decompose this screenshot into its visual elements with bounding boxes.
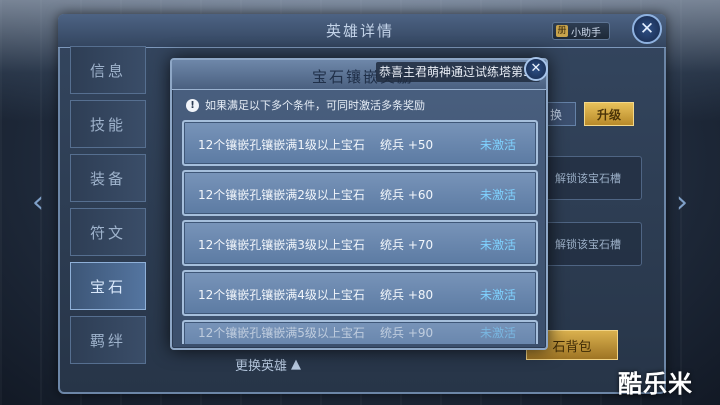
prev-hero-arrow-icon[interactable]: ‹ — [24, 185, 52, 221]
next-hero-arrow-icon[interactable]: › — [668, 185, 696, 221]
helper-button[interactable]: 册 小助手 — [552, 22, 610, 40]
broadcast-marquee: 恭喜主君萌神通过试练塔第39 — [376, 62, 540, 82]
close-icon[interactable]: ✕ — [524, 57, 548, 81]
gem-slot-locked[interactable]: 解锁该宝石槽 — [536, 222, 642, 266]
reward-condition: 12个镶嵌孔镶嵌满3级以上宝石 — [198, 238, 365, 252]
reward-condition: 12个镶嵌孔镶嵌满5级以上宝石 — [198, 326, 365, 340]
tab-gems[interactable]: 宝石 — [70, 262, 146, 310]
page-title: 英雄详情 — [325, 22, 394, 40]
tab-info[interactable]: 信息 — [70, 46, 146, 94]
reward-bonus: 统兵 +50 — [380, 138, 434, 152]
watermark-logo: 酷乐米 — [618, 370, 693, 398]
helper-label: 小助手 — [571, 27, 601, 39]
list-item: 12个镶嵌孔镶嵌满5级以上宝石 统兵 +90 未激活 — [182, 320, 538, 344]
upgrade-button[interactable]: 升级 — [584, 102, 634, 126]
status-badge: 未激活 — [480, 238, 517, 252]
list-item: 12个镶嵌孔镶嵌满3级以上宝石 统兵 +70 未激活 — [182, 220, 538, 266]
change-hero-label: 更换英雄 — [234, 358, 287, 374]
triangle-up-icon: ▲ — [291, 356, 301, 372]
status-badge: 未激活 — [480, 326, 517, 340]
reward-list[interactable]: 12个镶嵌孔镶嵌满1级以上宝石 统兵 +50 未激活 12个镶嵌孔镶嵌满2级以上… — [182, 120, 538, 344]
reward-bonus: 统兵 +80 — [380, 288, 434, 302]
list-item: 12个镶嵌孔镶嵌满4级以上宝石 统兵 +80 未激活 — [182, 270, 538, 316]
tab-runes[interactable]: 符文 — [70, 208, 146, 256]
reward-bonus: 统兵 +90 — [380, 326, 434, 340]
reward-bonus: 统兵 +60 — [380, 188, 434, 202]
change-hero-button[interactable]: 更换英雄 ▲ — [168, 352, 368, 376]
tab-skills[interactable]: 技能 — [70, 100, 146, 148]
tab-bonds[interactable]: 羁绊 — [70, 316, 146, 364]
notice-bar: ! 如果满足以下多个条件，可同时激活多条奖励 — [186, 96, 425, 114]
status-badge: 未激活 — [480, 288, 517, 302]
gem-slot-locked[interactable]: 解锁该宝石槽 — [536, 156, 642, 200]
close-button[interactable]: ✕ — [632, 14, 662, 44]
list-item: 12个镶嵌孔镶嵌满2级以上宝石 统兵 +60 未激活 — [182, 170, 538, 216]
reward-bonus: 统兵 +70 — [380, 238, 434, 252]
reward-condition: 12个镶嵌孔镶嵌满2级以上宝石 — [198, 188, 365, 202]
book-icon: 册 — [556, 25, 568, 37]
status-badge: 未激活 — [480, 138, 517, 152]
exclamation-icon: ! — [186, 98, 199, 112]
list-item: 12个镶嵌孔镶嵌满1级以上宝石 统兵 +50 未激活 — [182, 120, 538, 166]
reward-condition: 12个镶嵌孔镶嵌满4级以上宝石 — [198, 288, 365, 302]
status-badge: 未激活 — [480, 188, 517, 202]
tab-equipment[interactable]: 装备 — [70, 154, 146, 202]
reward-condition: 12个镶嵌孔镶嵌满1级以上宝石 — [198, 138, 365, 152]
notice-text: 如果满足以下多个条件，可同时激活多条奖励 — [205, 99, 425, 112]
